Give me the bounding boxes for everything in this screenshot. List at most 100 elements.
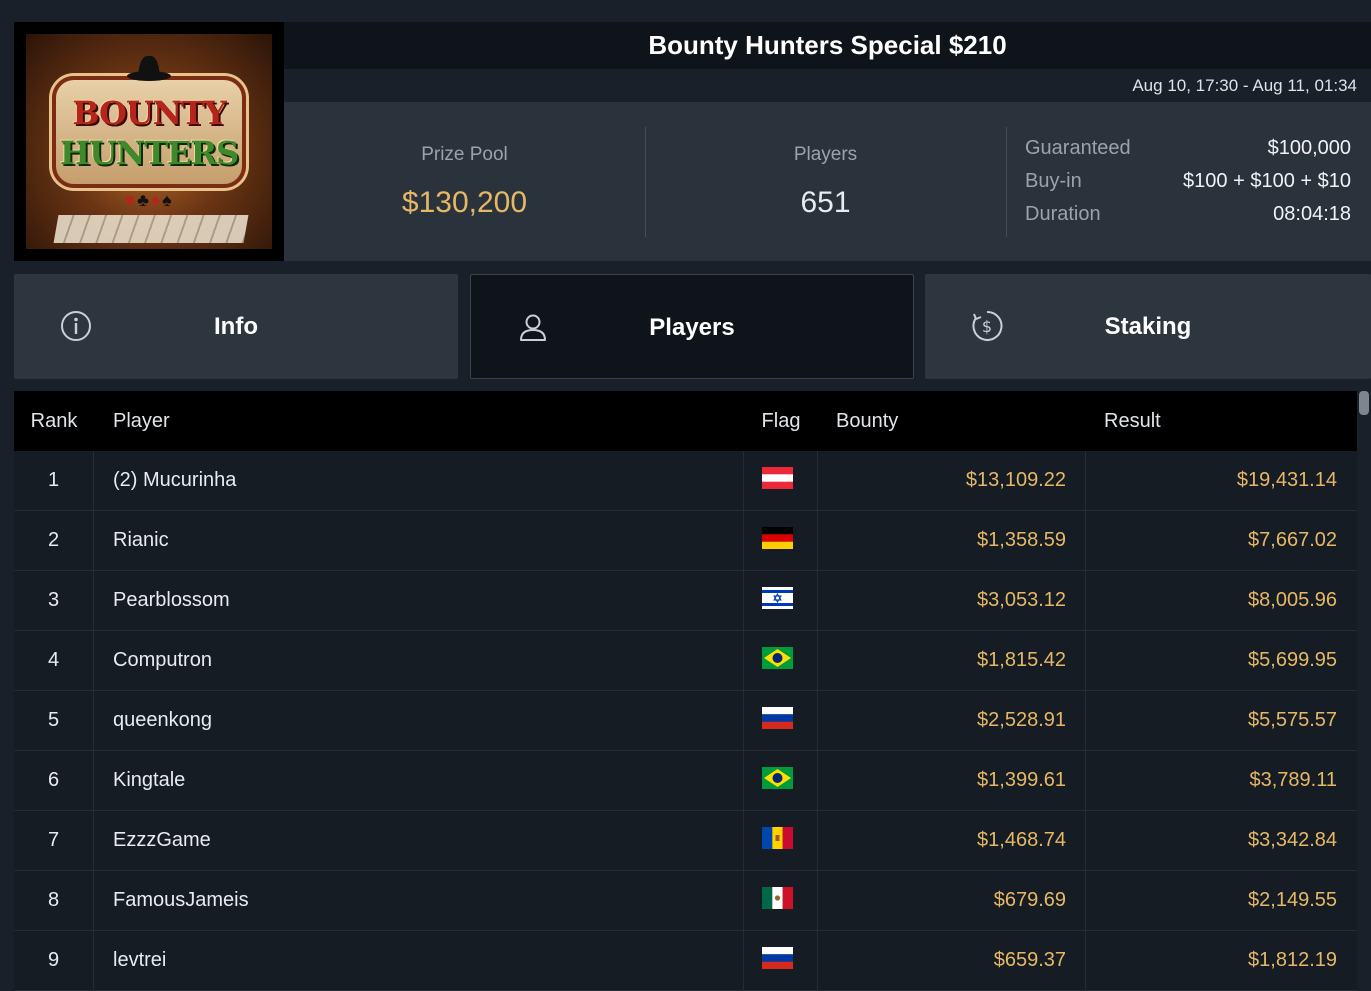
stats-divider [1006,127,1007,237]
table-row[interactable]: 1 (2) Mucurinha $13,109.22 $19,431.14 [14,451,1357,511]
cell-player[interactable]: Pearblossom [94,571,744,630]
cell-result: $1,812.19 [1248,949,1337,971]
table-row[interactable]: 8 FamousJameis $679.69 $2,149.55 [14,871,1357,931]
detail-value: $100 + $100 + $10 [1183,170,1351,192]
cell-rank: 2 [14,511,94,570]
cell-bounty: $679.69 [818,871,1086,930]
header-flag[interactable]: Flag [744,391,818,451]
cell-flag [744,871,818,930]
table-header: Rank Player Flag Bounty Result [14,391,1357,451]
cell-rank: 7 [14,811,94,870]
logo-cards [53,215,249,243]
cell-player[interactable]: queenkong [94,691,744,750]
detail-key: Buy-in [1025,170,1082,192]
mexico-flag-icon [762,887,793,909]
russia-flag-icon [762,947,793,969]
header-result[interactable]: Result [1086,391,1357,451]
cell-player[interactable]: Kingtale [94,751,744,810]
cell-result: $7,667.02 [1248,529,1337,551]
detail-key: Guaranteed [1025,137,1131,159]
players-stat: Players 651 [645,102,1006,261]
logo-text-bounty: BOUNTY [72,94,226,132]
tab-staking-label: Staking [1104,313,1192,340]
logo-text-hunters: HUNTERS [59,134,239,172]
tab-players[interactable]: Players [470,274,914,379]
cell-rank: 3 [14,571,94,630]
tournament-details: Guaranteed $100,000 Buy-in $100 + $100 +… [1025,132,1351,231]
players-value: 651 [800,186,851,219]
cowboy-hat-icon [127,55,171,81]
cell-bounty: $659.37 [818,931,1086,990]
israel-flag-icon [762,587,793,609]
cell-rank: 5 [14,691,94,750]
cell-rank: 6 [14,751,94,810]
scrollbar-thumb[interactable] [1359,391,1369,415]
cell-player[interactable]: FamousJameis [94,871,744,930]
logo-artwork: BOUNTY HUNTERS ♥♣♦♠ [26,34,272,249]
header-rank[interactable]: Rank [14,391,94,451]
cell-bounty: $1,358.59 [818,511,1086,570]
tab-players-label: Players [649,314,735,341]
table-body: 1 (2) Mucurinha $13,109.22 $19,431.14 2 Riani… [14,451,1357,991]
tournament-logo: BOUNTY HUNTERS ♥♣♦♠ [14,22,284,261]
header-player[interactable]: Player [94,391,744,451]
table-row[interactable]: 2 Rianic $1,358.59 $7,667.02 [14,511,1357,571]
detail-value: $100,000 [1267,137,1351,159]
cell-bounty: $13,109.22 [818,451,1086,510]
cell-bounty: $1,468.74 [818,811,1086,870]
prize-pool-label: Prize Pool [421,144,508,165]
germany-flag-icon [762,527,793,549]
table-row[interactable]: 9 levtrei $659.37 $1,812.19 [14,931,1357,991]
tournament-title: Bounty Hunters Special $210 [284,22,1371,69]
cell-flag [744,511,818,570]
detail-row-buyin: Buy-in $100 + $100 + $10 [1025,165,1351,198]
table-row[interactable]: 4 Computron $1,815.42 $5,699.95 [14,631,1357,691]
table-row[interactable]: 6 Kingtale $1,399.61 $3,789.11 [14,751,1357,811]
cell-rank: 8 [14,871,94,930]
cell-flag [744,931,818,990]
cell-flag [744,571,818,630]
header-bounty[interactable]: Bounty [818,391,1086,451]
table-row[interactable]: 3 Pearblossom $3,053.12 $8,005.96 [14,571,1357,631]
players-table: Rank Player Flag Bounty Result 1 (2) Mucu… [14,391,1357,991]
table-row[interactable]: 5 queenkong $2,528.91 $5,575.57 [14,691,1357,751]
stats-panel: Prize Pool $130,200 Players 651 Guarante… [284,102,1371,261]
tab-staking[interactable]: $ Staking [925,274,1371,379]
cell-flag [744,751,818,810]
cell-flag [744,811,818,870]
cell-rank: 9 [14,931,94,990]
brazil-flag-icon [762,647,793,669]
detail-row-duration: Duration 08:04:18 [1025,198,1351,231]
table-row[interactable]: 7 EzzzGame $1,468.74 $3,342.84 [14,811,1357,871]
detail-value: 08:04:18 [1273,203,1351,225]
tab-info-label: Info [214,313,258,340]
cell-player[interactable]: Rianic [94,511,744,570]
tournament-dates: Aug 10, 17:30 - Aug 11, 01:34 [284,69,1371,102]
cell-rank: 4 [14,631,94,690]
russia-flag-icon [762,707,793,729]
cell-result: $19,431.14 [1236,469,1337,491]
cell-bounty: $1,815.42 [818,631,1086,690]
brazil-flag-icon [762,767,793,789]
austria-flag-icon [762,467,793,489]
cell-player[interactable]: EzzzGame [94,811,744,870]
cell-result: $2,149.55 [1248,889,1337,911]
cell-result: $5,699.95 [1248,649,1337,671]
logo-suits: ♥♣♦♠ [124,190,174,210]
cell-flag [744,631,818,690]
cell-bounty: $1,399.61 [818,751,1086,810]
cell-bounty: $3,053.12 [818,571,1086,630]
cell-player[interactable]: Computron [94,631,744,690]
tab-info[interactable]: Info [14,274,458,379]
prize-pool-value: $130,200 [401,186,528,219]
cell-rank: 1 [14,451,94,510]
cell-flag [744,691,818,750]
cell-player[interactable]: (2) Mucurinha [94,451,744,510]
cell-bounty: $2,528.91 [818,691,1086,750]
cell-player[interactable]: levtrei [94,931,744,990]
detail-row-guaranteed: Guaranteed $100,000 [1025,132,1351,165]
cell-flag [744,451,818,510]
cell-result: $3,789.11 [1249,769,1338,791]
cell-result: $8,005.96 [1248,589,1337,611]
table-scrollbar[interactable] [1357,391,1371,991]
